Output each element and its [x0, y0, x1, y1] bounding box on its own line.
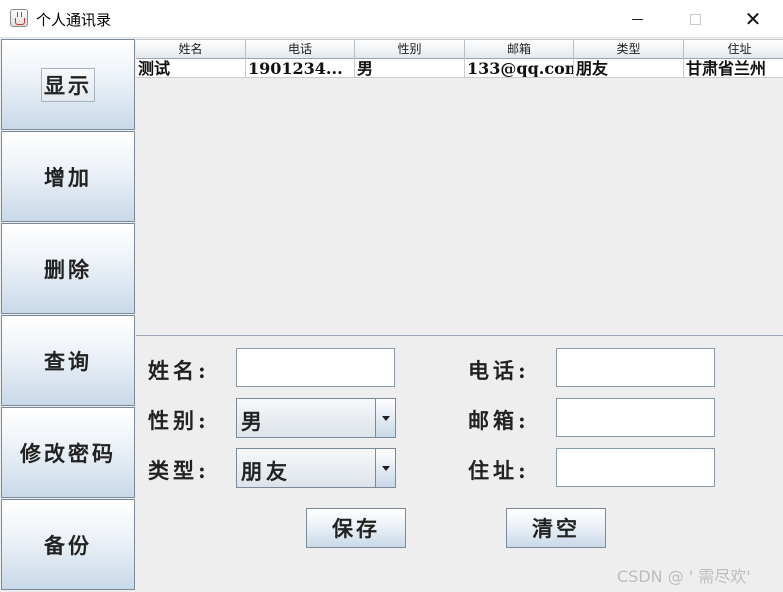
- type-dropdown-button[interactable]: [375, 449, 395, 487]
- type-label: 类型:: [148, 458, 210, 483]
- maximize-button[interactable]: [666, 0, 724, 38]
- delete-button[interactable]: 删除: [1, 223, 135, 314]
- header-email[interactable]: 邮箱: [465, 40, 574, 59]
- table-row[interactable]: 测试 1901234... 男 133@qq.com 朋友 甘肃省兰州: [136, 59, 783, 78]
- backup-button[interactable]: 备份: [1, 499, 135, 590]
- show-button-label: 显示: [41, 67, 95, 102]
- title-bar: 个人通讯录 ✕: [0, 0, 783, 38]
- gender-dropdown-button[interactable]: [375, 399, 395, 437]
- close-button[interactable]: ✕: [724, 0, 782, 38]
- table-cell[interactable]: 男: [355, 59, 465, 78]
- table-cell[interactable]: 朋友: [574, 59, 684, 78]
- header-address[interactable]: 住址: [684, 40, 783, 59]
- table-body: 测试 1901234... 男 133@qq.com 朋友 甘肃省兰州: [136, 59, 783, 78]
- add-button[interactable]: 增加: [1, 131, 135, 222]
- table-cell[interactable]: 测试: [136, 59, 246, 78]
- add-button-label: 增加: [44, 164, 92, 190]
- header-phone[interactable]: 电话: [246, 40, 355, 59]
- minimize-icon: [631, 18, 643, 20]
- clear-button[interactable]: 清空: [506, 508, 606, 548]
- save-button[interactable]: 保存: [306, 508, 406, 548]
- table-cell[interactable]: 甘肃省兰州: [684, 59, 783, 78]
- table-header: 姓名 电话 性别 邮箱 类型 住址: [136, 39, 783, 59]
- minimize-button[interactable]: [608, 0, 666, 38]
- backup-button-label: 备份: [44, 532, 92, 558]
- gender-select[interactable]: 男: [236, 398, 396, 438]
- contacts-table[interactable]: 姓名 电话 性别 邮箱 类型 住址 测试 1901234... 男 133@qq…: [136, 39, 783, 336]
- phone-input[interactable]: [556, 348, 715, 387]
- type-select[interactable]: 朋友: [236, 448, 396, 488]
- query-button[interactable]: 查询: [1, 315, 135, 406]
- header-type[interactable]: 类型: [574, 40, 684, 59]
- window-title: 个人通讯录: [36, 11, 112, 29]
- table-cell[interactable]: 1901234...: [246, 59, 355, 78]
- header-name[interactable]: 姓名: [136, 40, 246, 59]
- type-selected-value: 朋友: [241, 459, 291, 484]
- gender-label: 性别:: [148, 408, 210, 433]
- close-icon: ✕: [744, 7, 762, 31]
- watermark: CSDN @ ' 需尽欢': [617, 567, 751, 586]
- email-label: 邮箱:: [468, 408, 530, 433]
- chevron-down-icon: [381, 465, 390, 471]
- gender-selected-value: 男: [241, 409, 266, 434]
- address-label: 住址:: [468, 458, 530, 483]
- change-password-button[interactable]: 修改密码: [1, 407, 135, 498]
- java-cup-icon: [10, 9, 28, 27]
- delete-button-label: 删除: [44, 256, 92, 282]
- name-label: 姓名:: [148, 358, 210, 383]
- sidebar: 显示 增加 删除 查询 修改密码 备份: [1, 39, 135, 591]
- email-input[interactable]: [556, 398, 715, 437]
- header-gender[interactable]: 性别: [355, 40, 465, 59]
- name-input[interactable]: [236, 348, 395, 387]
- address-input[interactable]: [556, 448, 715, 487]
- maximize-icon: [689, 13, 701, 25]
- table-cell[interactable]: 133@qq.com: [465, 59, 574, 78]
- phone-label: 电话:: [468, 358, 530, 383]
- show-button[interactable]: 显示: [1, 39, 135, 130]
- change-password-button-label: 修改密码: [20, 440, 116, 466]
- chevron-down-icon: [381, 415, 390, 421]
- query-button-label: 查询: [44, 348, 92, 374]
